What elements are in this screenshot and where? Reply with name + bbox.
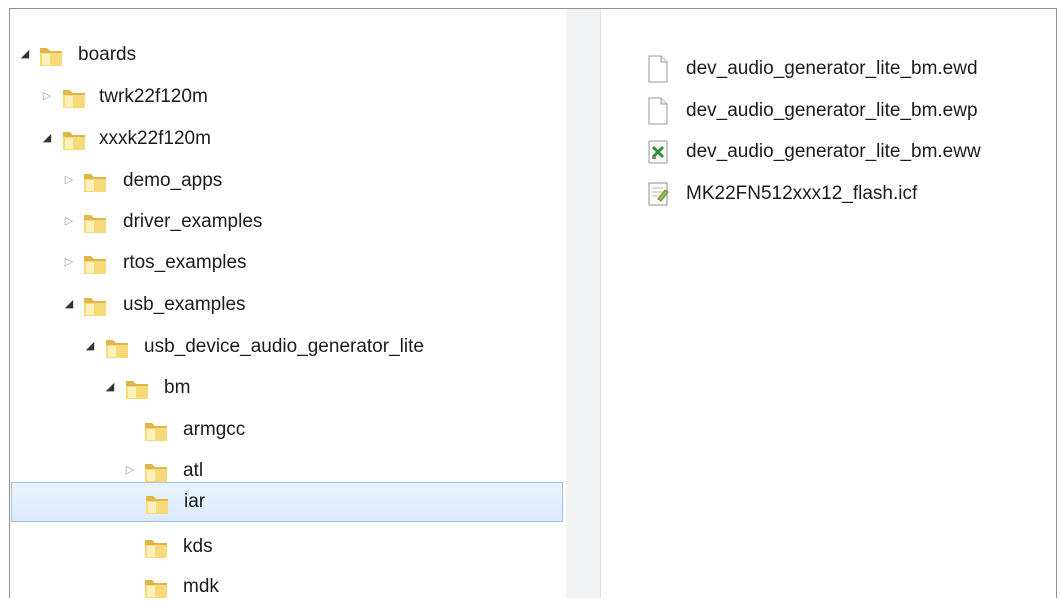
workspace-file-icon	[648, 140, 668, 164]
tree-item-label: rtos_examples	[123, 252, 247, 273]
tree-item-driver-examples[interactable]: ▷ driver_examples	[11, 202, 563, 242]
tree-item-twrk22f120m[interactable]: ▷ twrk22f120m	[11, 77, 563, 117]
tree-item-label: demo_apps	[123, 170, 223, 191]
navigation-pane[interactable]: ◢ boards ▷ twrk22f120m ◢ xxxk22f120m ▷ d…	[11, 9, 566, 598]
tree-item-bm[interactable]: ◢ bm	[11, 368, 563, 408]
file-item-ewd[interactable]: dev_audio_generator_lite_bm.ewd	[646, 51, 1061, 87]
blank-file-icon	[648, 55, 668, 83]
expanded-arrow-icon[interactable]: ◢	[19, 47, 31, 61]
expanded-arrow-icon[interactable]: ◢	[84, 339, 96, 353]
blank-file-icon	[648, 97, 668, 125]
folder-icon	[63, 90, 85, 108]
folder-icon	[145, 580, 167, 598]
file-item-eww[interactable]: dev_audio_generator_lite_bm.eww	[646, 134, 1061, 170]
tree-item-demo-apps[interactable]: ▷ demo_apps	[11, 161, 563, 201]
explorer-window: ◢ boards ▷ twrk22f120m ◢ xxxk22f120m ▷ d…	[9, 8, 1057, 598]
tree-item-label: armgcc	[183, 419, 246, 440]
folder-icon	[84, 174, 106, 192]
tree-item-mdk[interactable]: mdk	[11, 567, 563, 607]
collapsed-arrow-icon[interactable]: ▷	[63, 173, 75, 187]
tree-item-label: bm	[164, 377, 191, 398]
folder-icon	[106, 340, 128, 358]
file-name: MK22FN512xxx12_flash.icf	[686, 183, 918, 204]
folder-icon	[40, 48, 62, 66]
tree-item-label: boards	[78, 44, 137, 65]
folder-icon	[145, 540, 167, 558]
collapsed-arrow-icon[interactable]: ▷	[124, 463, 136, 477]
file-item-ewp[interactable]: dev_audio_generator_lite_bm.ewp	[646, 93, 1061, 129]
file-name: dev_audio_generator_lite_bm.ewd	[686, 58, 978, 79]
tree-item-rtos-examples[interactable]: ▷ rtos_examples	[11, 243, 563, 283]
tree-item-label: kds	[183, 536, 213, 557]
tree-item-armgcc[interactable]: armgcc	[11, 410, 563, 450]
config-file-icon	[648, 182, 669, 206]
file-name: dev_audio_generator_lite_bm.eww	[686, 141, 981, 162]
folder-icon	[84, 298, 106, 316]
collapsed-arrow-icon[interactable]: ▷	[63, 255, 75, 269]
tree-item-iar[interactable]: iar	[11, 482, 563, 522]
file-name: dev_audio_generator_lite_bm.ewp	[686, 100, 978, 121]
tree-item-xxxk22f120m[interactable]: ◢ xxxk22f120m	[11, 119, 563, 159]
pane-splitter[interactable]	[566, 9, 601, 598]
file-list-pane[interactable]: dev_audio_generator_lite_bm.ewd dev_audi…	[601, 9, 1056, 598]
tree-item-usb-device-audio-generator-lite[interactable]: ◢ usb_device_audio_generator_lite	[11, 327, 563, 367]
expanded-arrow-icon[interactable]: ◢	[41, 131, 53, 145]
file-item-icf[interactable]: MK22FN512xxx12_flash.icf	[646, 176, 1061, 212]
tree-item-boards[interactable]: ◢ boards	[11, 35, 563, 75]
tree-item-label: atl	[183, 460, 204, 481]
expanded-arrow-icon[interactable]: ◢	[104, 380, 116, 394]
collapsed-arrow-icon[interactable]: ▷	[41, 89, 53, 103]
folder-icon	[145, 464, 167, 482]
tree-item-label: driver_examples	[123, 211, 263, 232]
tree-item-label: usb_examples	[123, 294, 246, 315]
tree-item-label: twrk22f120m	[99, 86, 208, 107]
tree-item-label: xxxk22f120m	[99, 128, 211, 149]
expanded-arrow-icon[interactable]: ◢	[63, 297, 75, 311]
folder-icon	[145, 423, 167, 441]
tree-item-usb-examples[interactable]: ◢ usb_examples	[11, 285, 563, 325]
tree-item-label: mdk	[183, 576, 219, 597]
folder-icon	[146, 496, 168, 514]
folder-icon	[84, 215, 106, 233]
tree-item-label: iar	[184, 491, 206, 512]
folder-icon	[63, 132, 85, 150]
collapsed-arrow-icon[interactable]: ▷	[63, 214, 75, 228]
folder-icon	[84, 256, 106, 274]
tree-item-label: usb_device_audio_generator_lite	[144, 336, 424, 357]
folder-icon	[126, 381, 148, 399]
tree-item-kds[interactable]: kds	[11, 527, 563, 567]
